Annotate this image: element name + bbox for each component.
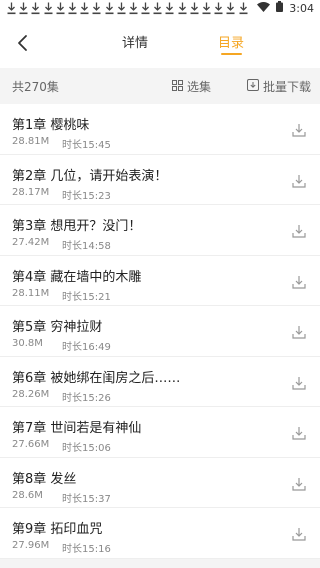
download-icon[interactable] <box>292 476 306 491</box>
download-notification-icon <box>189 2 201 16</box>
select-episodes-button[interactable]: 选集 <box>172 78 211 95</box>
wifi-icon <box>257 1 271 15</box>
status-right: 3:04 <box>257 1 314 15</box>
download-notification-icon <box>43 2 55 16</box>
download-icon[interactable] <box>292 324 306 339</box>
catalog-toolbar: 共270集 选集 批量下载 <box>0 68 320 104</box>
download-notification-icon <box>128 2 140 16</box>
top-nav: 详情 目录 <box>0 18 320 68</box>
episode-size: 30.8M <box>12 338 43 349</box>
episode-duration: 时长15:23 <box>62 190 111 202</box>
episode-duration: 时长15:45 <box>62 140 111 151</box>
download-notification-icon <box>104 2 116 16</box>
episode-title: 第1章 樱桃味 <box>12 118 90 133</box>
episode-size: 27.66M <box>12 439 50 450</box>
episode-row[interactable]: 第7章 世间若是有神仙 27.66M 时长15:06 <box>0 407 320 458</box>
download-notification-icon <box>67 2 79 16</box>
download-notification-icon <box>30 2 42 16</box>
download-notification-icon <box>116 2 128 16</box>
episode-title: 第4章 藏在墙中的木雕 <box>12 269 142 285</box>
episode-title: 第2章 几位，请开始表演！ <box>12 168 168 184</box>
episode-duration: 时长15:26 <box>62 392 111 404</box>
episode-row[interactable]: 第1章 樱桃味 28.81M 时长15:45 <box>0 104 320 155</box>
episode-size: 28.11M <box>12 287 50 299</box>
download-notifications <box>6 2 250 16</box>
episode-duration: 时长15:16 <box>62 544 111 555</box>
batch-download-button[interactable]: 批量下载 <box>247 78 311 95</box>
episode-row[interactable]: 第6章 被她绑在闺房之后…… 28.26M 时长15:26 <box>0 357 320 407</box>
episode-size: 28.26M <box>12 388 50 400</box>
episode-row[interactable]: 第2章 几位，请开始表演！ 28.17M 时长15:23 <box>0 155 320 205</box>
episode-duration: 时长15:21 <box>62 291 111 303</box>
episode-title: 第3章 想甩开？没门！ <box>12 219 142 234</box>
episode-size: 28.81M <box>12 136 50 147</box>
episode-title: 第7章 世间若是有神仙 <box>12 421 142 436</box>
tab-catalog[interactable]: 目录 <box>218 32 244 51</box>
episode-duration: 时长15:06 <box>62 443 111 454</box>
download-notification-icon <box>177 2 189 16</box>
episode-size: 27.42M <box>12 237 50 248</box>
episode-row[interactable]: 第3章 想甩开？没门！ 27.42M 时长14:58 <box>0 205 320 256</box>
download-icon[interactable] <box>292 526 306 541</box>
episode-row[interactable]: 第9章 拓印血咒 27.96M 时长15:16 <box>0 508 320 559</box>
download-notification-icon <box>79 2 91 16</box>
episode-duration: 时长15:37 <box>62 493 111 505</box>
episode-size: 28.6M <box>12 489 43 501</box>
download-notification-icon <box>213 2 225 16</box>
episode-row[interactable]: 第8章 发丝 28.6M 时长15:37 <box>0 458 320 508</box>
download-notification-icon <box>164 2 176 16</box>
episode-list: 第1章 樱桃味 28.81M 时长15:45 第2章 几位，请开始表演！ 28.17M 时… <box>0 104 320 559</box>
batch-download-label: 批量下载 <box>263 80 312 94</box>
episode-duration: 时长14:58 <box>62 241 111 252</box>
download-icon[interactable] <box>292 375 306 390</box>
episode-title: 第9章 拓印血咒 <box>12 522 103 537</box>
select-episodes-label: 选集 <box>187 80 212 94</box>
tab-detail[interactable]: 详情 <box>122 32 148 51</box>
grid-icon <box>172 79 183 94</box>
status-time: 3:04 <box>289 1 314 15</box>
download-notification-icon <box>55 2 67 16</box>
download-icon[interactable] <box>292 223 306 238</box>
download-notification-icon <box>91 2 103 16</box>
episode-title: 第5章 穷神拉财 <box>12 320 103 335</box>
download-icon[interactable] <box>292 425 306 440</box>
battery-icon <box>276 1 284 15</box>
download-notification-icon <box>225 2 237 16</box>
back-arrow-icon[interactable] <box>12 32 34 54</box>
status-bar: 3:04 <box>0 0 320 18</box>
download-icon[interactable] <box>292 274 306 289</box>
active-tab-indicator <box>221 53 242 55</box>
download-notification-icon <box>152 2 164 16</box>
episode-title: 第8章 发丝 <box>12 471 77 487</box>
download-notification-icon <box>140 2 152 16</box>
episode-duration: 时长16:49 <box>62 342 111 353</box>
download-icon[interactable] <box>292 173 306 188</box>
episode-row[interactable]: 第4章 藏在墙中的木雕 28.11M 时长15:21 <box>0 256 320 306</box>
download-notification-icon <box>238 2 250 16</box>
episode-size: 28.17M <box>12 186 50 198</box>
episode-count: 共270集 <box>12 80 59 94</box>
download-icon[interactable] <box>292 122 306 137</box>
download-notification-icon <box>201 2 213 16</box>
batch-download-icon <box>247 79 259 94</box>
download-notification-icon <box>6 2 18 16</box>
episode-title: 第6章 被她绑在闺房之后…… <box>12 370 181 386</box>
download-notification-icon <box>18 2 30 16</box>
episode-row[interactable]: 第5章 穷神拉财 30.8M 时长16:49 <box>0 306 320 357</box>
episode-size: 27.96M <box>12 540 50 551</box>
